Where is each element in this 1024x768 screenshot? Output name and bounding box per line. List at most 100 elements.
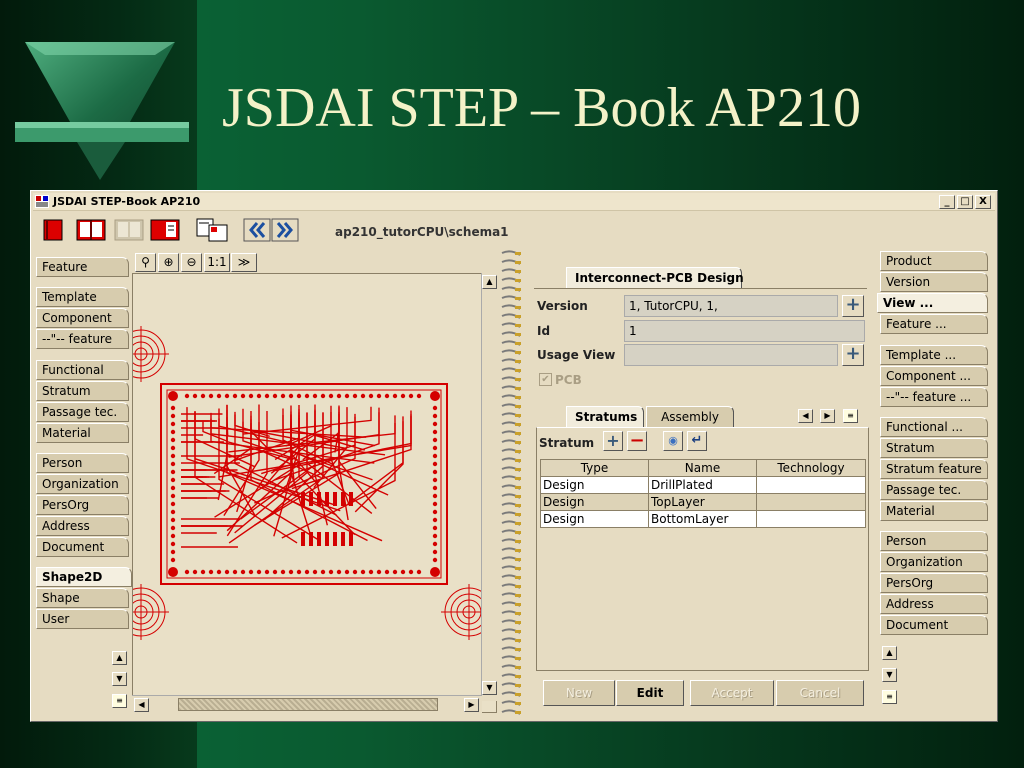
zoom-pointer-icon[interactable]: ⚲ <box>135 253 156 272</box>
tab-document-right[interactable]: Document <box>880 615 988 635</box>
pcb-drawing <box>113 326 497 640</box>
tab-address[interactable]: Address <box>36 516 129 536</box>
column-header-type[interactable]: Type <box>540 459 649 477</box>
fiducial-top-left <box>113 326 169 382</box>
pcb-canvas[interactable] <box>113 273 497 713</box>
stratum-label: Stratum <box>539 436 595 450</box>
close-button[interactable]: X <box>975 195 991 209</box>
tab-stratum[interactable]: Stratum <box>36 381 129 401</box>
tab-passage-tec[interactable]: Passage tec. <box>36 402 129 422</box>
version-field[interactable]: 1, TutorCPU, 1, <box>624 295 838 317</box>
back-arrow-icon[interactable] <box>243 217 271 243</box>
tab-material-right[interactable]: Material <box>880 501 988 521</box>
tab-template-right[interactable]: Template ... <box>880 345 988 365</box>
tab-scroll-left-button[interactable]: ◀ <box>798 409 813 423</box>
tab-stratums[interactable]: Stratums <box>566 406 644 427</box>
zoom-next-button[interactable]: ≫ <box>231 253 257 272</box>
pcb-label: PCB <box>555 373 582 387</box>
canvas-scroll-down-button[interactable]: ▼ <box>482 681 497 695</box>
tab-organization[interactable]: Organization <box>36 474 129 494</box>
tab-component-right[interactable]: Component ... <box>880 366 988 386</box>
canvas-scroll-right-button[interactable]: ▶ <box>464 698 479 712</box>
tab-passage-tec-right[interactable]: Passage tec. <box>880 480 988 500</box>
canvas-scroll-up-button[interactable]: ▲ <box>482 275 497 289</box>
tab-stratum-feature[interactable]: Stratum feature <box>880 459 988 479</box>
canvas-scroll-left-button[interactable]: ◀ <box>134 698 149 712</box>
canvas-scroll-thumb[interactable] <box>178 698 438 711</box>
table-row[interactable]: Design DrillPlated <box>540 476 866 494</box>
tab-address-right[interactable]: Address <box>880 594 988 614</box>
right-notes-icon[interactable]: ≡ <box>882 690 897 704</box>
tab-view[interactable]: View ... <box>877 293 988 313</box>
tab-version[interactable]: Version <box>880 272 988 292</box>
app-window: JSDAI STEP-Book AP210 _ □ X ap210_tutorC… <box>30 190 998 722</box>
column-header-technology[interactable]: Technology <box>756 459 866 477</box>
tab-functional[interactable]: Functional <box>36 360 129 380</box>
tab-notes-icon[interactable]: ≡ <box>843 409 858 423</box>
add-usage-view-button[interactable]: + <box>842 344 864 366</box>
tab-person-right[interactable]: Person <box>880 531 988 551</box>
tab-document[interactable]: Document <box>36 537 129 557</box>
enter-stratum-icon[interactable]: ↵ <box>687 431 707 451</box>
clear-stratum-icon[interactable]: ◉ <box>663 431 683 451</box>
tab-shape[interactable]: Shape <box>36 588 129 608</box>
minimize-button[interactable]: _ <box>939 195 955 209</box>
tab-interconnect-pcb-design[interactable]: Interconnect-PCB Design <box>566 267 744 288</box>
open-book-icon[interactable] <box>75 217 107 243</box>
pcb-checkbox[interactable]: ✔ <box>539 373 552 386</box>
notes-icon[interactable]: ≡ <box>112 694 127 708</box>
triangle-logo <box>15 42 189 180</box>
tab-shape2d[interactable]: Shape2D <box>36 567 132 587</box>
scroll-up-button[interactable]: ▲ <box>112 651 127 665</box>
tab-persorg[interactable]: PersOrg <box>36 495 129 515</box>
tab-scroll-right-button[interactable]: ▶ <box>820 409 835 423</box>
add-version-button[interactable]: + <box>842 295 864 317</box>
tab-template[interactable]: Template <box>36 287 129 307</box>
edit-button[interactable]: Edit <box>616 680 684 706</box>
tab-assembly[interactable]: Assembly <box>646 406 734 427</box>
zoom-out-icon[interactable]: ⊖ <box>181 253 202 272</box>
book-page-icon[interactable] <box>149 217 181 243</box>
cancel-button[interactable]: Cancel <box>776 680 864 706</box>
tab-user[interactable]: User <box>36 609 129 629</box>
remove-stratum-button[interactable]: − <box>627 431 647 451</box>
right-scroll-down-button[interactable]: ▼ <box>882 668 897 682</box>
disabled-book-icon[interactable] <box>113 217 145 243</box>
close-book-icon[interactable] <box>39 217 67 243</box>
tab-functional-right[interactable]: Functional ... <box>880 417 988 437</box>
new-button[interactable]: New <box>543 680 615 706</box>
fiducial-bottom-left <box>113 584 169 640</box>
tab-component-feature[interactable]: --"-- feature <box>36 329 129 349</box>
table-row[interactable]: Design TopLayer <box>540 493 866 511</box>
column-header-name[interactable]: Name <box>648 459 757 477</box>
canvas-horizontal-scrollbar[interactable]: ◀ ▶ <box>132 695 482 713</box>
zoom-in-icon[interactable]: ⊕ <box>158 253 179 272</box>
zoom-actual-size-button[interactable]: 1:1 <box>204 253 230 272</box>
accept-button[interactable]: Accept <box>690 680 774 706</box>
tab-product[interactable]: Product <box>880 251 988 271</box>
right-scroll-up-button[interactable]: ▲ <box>882 646 897 660</box>
canvas-vertical-scrollbar[interactable]: ▲ ▼ <box>481 273 497 701</box>
tab-material[interactable]: Material <box>36 423 129 443</box>
usage-view-field[interactable] <box>624 344 838 366</box>
table-row[interactable]: Design BottomLayer <box>540 510 866 528</box>
cell-type: Design <box>540 476 649 494</box>
two-books-icon[interactable] <box>195 217 229 243</box>
window-titlebar[interactable]: JSDAI STEP-Book AP210 _ □ X <box>33 193 995 211</box>
tab-component-feature-right[interactable]: --"-- feature ... <box>880 387 988 407</box>
cell-type: Design <box>540 493 649 511</box>
tab-persorg-right[interactable]: PersOrg <box>880 573 988 593</box>
tab-feature[interactable]: Feature <box>36 257 129 277</box>
tab-organization-right[interactable]: Organization <box>880 552 988 572</box>
tab-stratum-right[interactable]: Stratum <box>880 438 988 458</box>
tab-component[interactable]: Component <box>36 308 129 328</box>
id-field[interactable]: 1 <box>624 320 865 342</box>
slide-title: JSDAI STEP – Book AP210 <box>222 77 861 139</box>
forward-arrow-icon[interactable] <box>271 217 299 243</box>
cell-technology <box>756 510 866 528</box>
add-stratum-button[interactable]: + <box>603 431 623 451</box>
tab-person[interactable]: Person <box>36 453 129 473</box>
tab-feature-right[interactable]: Feature ... <box>880 314 988 334</box>
maximize-button[interactable]: □ <box>957 195 973 209</box>
scroll-down-button[interactable]: ▼ <box>112 672 127 686</box>
